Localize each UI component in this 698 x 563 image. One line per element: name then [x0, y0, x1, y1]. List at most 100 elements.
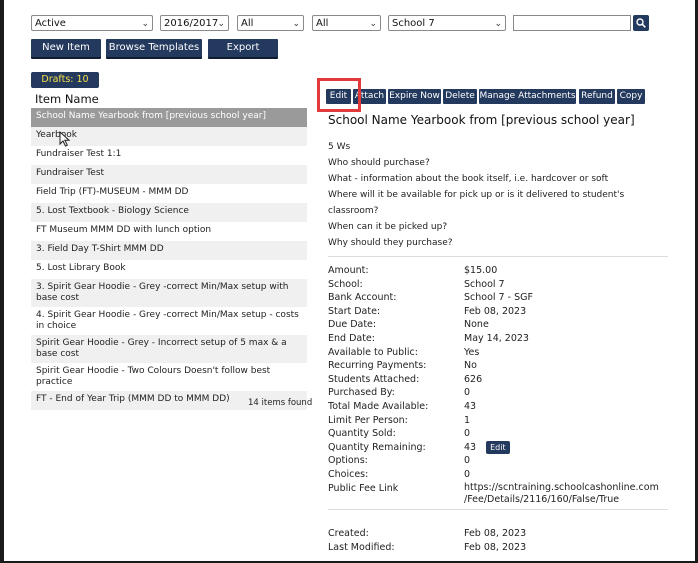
- description-line: classroom?: [328, 206, 379, 216]
- field-label: Start Date:: [328, 305, 381, 317]
- quantity-edit-button[interactable]: Edit: [486, 440, 510, 454]
- field-value: 43: [464, 400, 477, 412]
- status-select[interactable]: Active ⌄: [31, 15, 153, 31]
- browse-templates-button[interactable]: Browse Templates: [106, 39, 202, 59]
- list-item[interactable]: 3. Field Day T-Shirt MMM DD: [31, 241, 307, 260]
- items-found-count: 14 items found: [248, 398, 313, 408]
- chevron-down-icon: ⌄: [369, 19, 377, 29]
- field-row-start-date: Start Date: Feb 08, 2023: [328, 305, 673, 319]
- field-row-public-fee-link: Public Fee Link https://scntraining.scho…: [328, 482, 673, 510]
- refund-button[interactable]: Refund: [579, 89, 615, 104]
- list-item[interactable]: Field Trip (FT)-MUSEUM - MMM DD: [31, 184, 307, 203]
- export-button[interactable]: Export: [208, 39, 278, 59]
- field-value-group: 43 Edit: [464, 440, 510, 455]
- field-label: Last Modified:: [328, 542, 395, 553]
- field-label: Recurring Payments:: [328, 360, 427, 372]
- delete-button[interactable]: Delete: [443, 89, 477, 104]
- field-value: Feb 08, 2023: [464, 528, 527, 539]
- item-name-column-header: Item Name: [35, 92, 99, 106]
- year-select[interactable]: 2016/2017 ⌄: [160, 15, 229, 31]
- field-row-quantity-sold: Quantity Sold: 0: [328, 427, 673, 441]
- detail-meta: Created: Feb 08, 2023 Last Modified: Feb 0…: [328, 527, 673, 555]
- window-frame-left: [0, 0, 4, 563]
- search-icon: [636, 18, 646, 28]
- list-item[interactable]: FT Museum MMM DD with lunch option: [31, 222, 307, 241]
- field-value: 0: [464, 455, 471, 467]
- drafts-button[interactable]: Drafts: 10: [31, 72, 99, 88]
- field-value: School 7: [464, 278, 505, 290]
- field-value: None: [464, 319, 489, 331]
- field-value: 0: [464, 468, 471, 480]
- list-item[interactable]: 5. Lost Textbook - Biology Science: [31, 203, 307, 222]
- manage-attachments-button[interactable]: Manage Attachments: [479, 89, 576, 104]
- filter-select-2[interactable]: All ⌄: [312, 15, 381, 31]
- field-row-limit-per-person: Limit Per Person: 1: [328, 414, 673, 428]
- field-label: Choices:: [328, 468, 369, 480]
- description-line: When can it be picked up?: [328, 222, 448, 232]
- meta-row-last-modified: Last Modified: Feb 08, 2023: [328, 541, 673, 555]
- chevron-down-icon: ⌄: [217, 19, 225, 29]
- field-row-total-made-available: Total Made Available: 43: [328, 400, 673, 414]
- list-item[interactable]: Yearbook: [31, 127, 307, 146]
- description-line: Why should they purchase?: [328, 238, 453, 248]
- filter-select-1[interactable]: All ⌄: [237, 15, 304, 31]
- field-label: End Date:: [328, 332, 375, 344]
- list-item[interactable]: 5. Lost Library Book: [31, 260, 307, 279]
- field-label: Amount:: [328, 265, 369, 276]
- list-item[interactable]: 4. Spirit Gear Hoodie - Grey -correct Mi…: [31, 307, 307, 335]
- field-value: 43: [464, 441, 477, 453]
- chevron-down-icon: ⌄: [141, 19, 149, 29]
- status-select-value: Active: [35, 18, 66, 29]
- filter-select-1-value: All: [241, 18, 254, 29]
- divider: [328, 509, 668, 510]
- list-item[interactable]: Spirit Gear Hoodie - Grey - Incorrect se…: [31, 335, 307, 363]
- field-label: Available to Public:: [328, 346, 418, 358]
- field-label: Options:: [328, 455, 368, 467]
- field-row-quantity-remaining: Quantity Remaining: 43 Edit: [328, 440, 673, 455]
- field-label: Total Made Available:: [328, 400, 429, 412]
- field-value: No: [464, 360, 477, 372]
- field-row-due-date: Due Date: None: [328, 318, 673, 332]
- field-row-bank-account: Bank Account: School 7 - SGF: [328, 291, 673, 305]
- item-list: School Name Yearbook from [previous scho…: [31, 108, 307, 410]
- filter-select-2-value: All: [316, 18, 329, 29]
- field-row-end-date: End Date: May 14, 2023: [328, 332, 673, 346]
- new-item-button[interactable]: New Item: [31, 39, 101, 59]
- list-item[interactable]: School Name Yearbook from [previous scho…: [31, 108, 307, 127]
- copy-button[interactable]: Copy: [617, 89, 645, 104]
- school-select-value: School 7: [392, 18, 435, 29]
- chevron-down-icon: ⌄: [292, 19, 300, 29]
- field-row-recurring-payments: Recurring Payments: No: [328, 359, 673, 373]
- public-fee-link-line-2: /Fee/Details/2116/160/False/True: [464, 494, 620, 505]
- description-line: 5 Ws: [328, 142, 351, 152]
- search-button[interactable]: [633, 15, 649, 31]
- detail-fields: Amount: $15.00 School: School 7 Bank Accou…: [328, 264, 673, 510]
- public-fee-link[interactable]: https://scntraining.schoolcashonline.com…: [464, 482, 659, 507]
- field-row-purchased-by: Purchased By: 0: [328, 386, 673, 400]
- description-line: Who should purchase?: [328, 158, 430, 168]
- search-input[interactable]: [513, 15, 631, 31]
- list-item[interactable]: Fundraiser Test: [31, 165, 307, 184]
- meta-row-created: Created: Feb 08, 2023: [328, 527, 673, 541]
- field-label: School:: [328, 278, 363, 290]
- list-item[interactable]: Fundraiser Test 1:1: [31, 146, 307, 165]
- field-row-choices: Choices: 0: [328, 468, 673, 482]
- field-row-options: Options: 0: [328, 454, 673, 468]
- detail-title: School Name Yearbook from [previous scho…: [328, 113, 635, 127]
- list-item[interactable]: 3. Spirit Gear Hoodie - Grey -correct Mi…: [31, 279, 307, 307]
- field-label: Bank Account:: [328, 292, 397, 304]
- chevron-down-icon: ⌄: [494, 19, 502, 29]
- expire-now-button[interactable]: Expire Now: [388, 89, 441, 104]
- description-line: Where will it be available for pick up o…: [328, 190, 625, 200]
- list-item[interactable]: Spirit Gear Hoodie - Two Colours Doesn't…: [31, 363, 307, 391]
- field-value: $15.00: [464, 265, 498, 276]
- school-select[interactable]: School 7 ⌄: [388, 15, 506, 31]
- field-label: Created:: [328, 528, 369, 539]
- field-value: School 7 - SGF: [464, 292, 533, 304]
- field-label: Students Attached:: [328, 373, 420, 385]
- year-select-value: 2016/2017: [164, 18, 219, 29]
- field-row-amount: Amount: $15.00: [328, 264, 673, 278]
- field-value: 626: [464, 373, 483, 385]
- divider: [328, 256, 668, 257]
- field-label: Due Date:: [328, 319, 377, 331]
